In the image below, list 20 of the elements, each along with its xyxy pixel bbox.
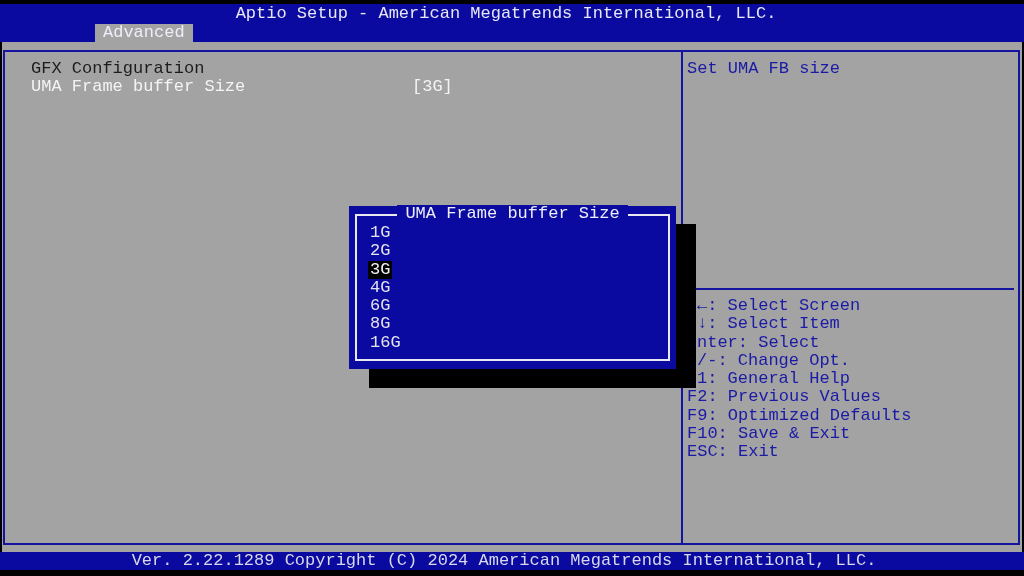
key-help-line: nter: Select: [697, 333, 820, 352]
key-help-line: /-: Change Opt.: [697, 351, 851, 370]
key-help-line: 1: General Help: [697, 370, 851, 389]
key-help-line: F10: Save & Exit: [687, 424, 851, 443]
key-help-line: F2: Previous Values: [687, 388, 881, 407]
key-help-line: F9: Optimized Defaults: [687, 406, 912, 425]
option-item[interactable]: 6G: [368, 297, 393, 316]
help-description: Set UMA FB size: [687, 60, 841, 78]
option-item[interactable]: 8G: [368, 315, 393, 334]
copyright-text: Ver. 2.22.1289 Copyright (C) 2024 American Megatrends International, LLC.: [131, 552, 877, 570]
section-heading: GFX Configuration: [31, 60, 205, 78]
key-help-line: ↓: Select Item: [697, 315, 840, 334]
key-help-line: ←: Select Screen: [697, 297, 861, 316]
option-item[interactable]: 1G: [368, 224, 393, 243]
option-item[interactable]: 3G: [368, 260, 393, 279]
option-item[interactable]: 16G: [368, 333, 403, 353]
option-item[interactable]: 4G: [368, 278, 393, 298]
key-help-line: ESC: Exit: [687, 443, 779, 462]
window-title: Aptio Setup - American Megatrends International, LLC.: [235, 4, 777, 24]
option-item[interactable]: 2G: [368, 242, 393, 261]
